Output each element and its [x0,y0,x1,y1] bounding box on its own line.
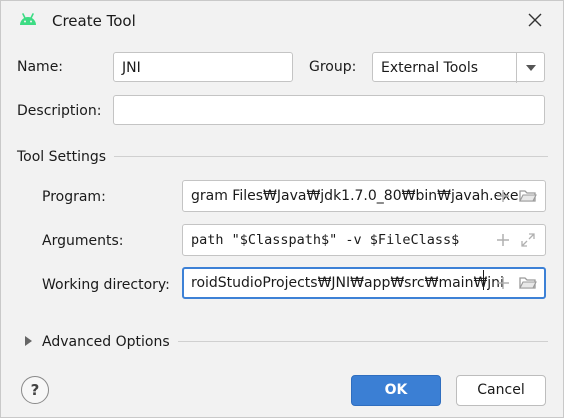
tool-settings-heading: Tool Settings [17,149,107,165]
program-browse-folder-icon[interactable] [517,185,539,207]
program-label: Program: [42,189,106,205]
dialog-title: Create Tool [52,12,136,30]
name-input[interactable]: JNI [113,52,293,82]
text-cursor [483,270,484,290]
question-mark-icon: ? [30,381,40,399]
program-add-icon[interactable] [492,185,514,207]
expand-icon[interactable] [517,229,539,251]
name-label: Name: [17,59,64,75]
ok-button[interactable]: OK [351,375,441,406]
group-select[interactable]: External Tools [372,52,545,83]
description-input[interactable] [113,95,545,125]
cancel-button[interactable]: Cancel [456,375,546,406]
create-tool-dialog: Create Tool Name: JNI Group: External To… [0,0,564,418]
arguments-value: path "$Classpath$" -v $FileClass$ [191,232,460,248]
working-directory-add-icon[interactable] [492,272,514,294]
chevron-right-icon[interactable] [21,334,35,348]
working-directory-label: Working directory: [42,277,170,293]
help-button[interactable]: ? [21,376,49,404]
name-value: JNI [122,60,141,76]
advanced-options-toggle[interactable]: Advanced Options [42,332,170,352]
advanced-divider [178,341,548,342]
arguments-label: Arguments: [42,233,124,249]
section-divider [114,156,548,157]
chevron-down-icon[interactable] [516,53,544,83]
program-value: gram Files₩Java₩jdk1.7.0_80₩bin₩javah.ex… [191,188,519,204]
close-icon[interactable] [524,9,546,31]
description-label: Description: [17,103,102,119]
arguments-add-icon[interactable] [492,229,514,251]
group-label: Group: [309,59,357,75]
group-value: External Tools [381,60,479,76]
android-icon [18,11,38,31]
working-directory-value: roidStudioProjects₩JNI₩app₩src₩main₩jni [191,275,504,291]
working-directory-browse-folder-icon[interactable] [517,272,539,294]
